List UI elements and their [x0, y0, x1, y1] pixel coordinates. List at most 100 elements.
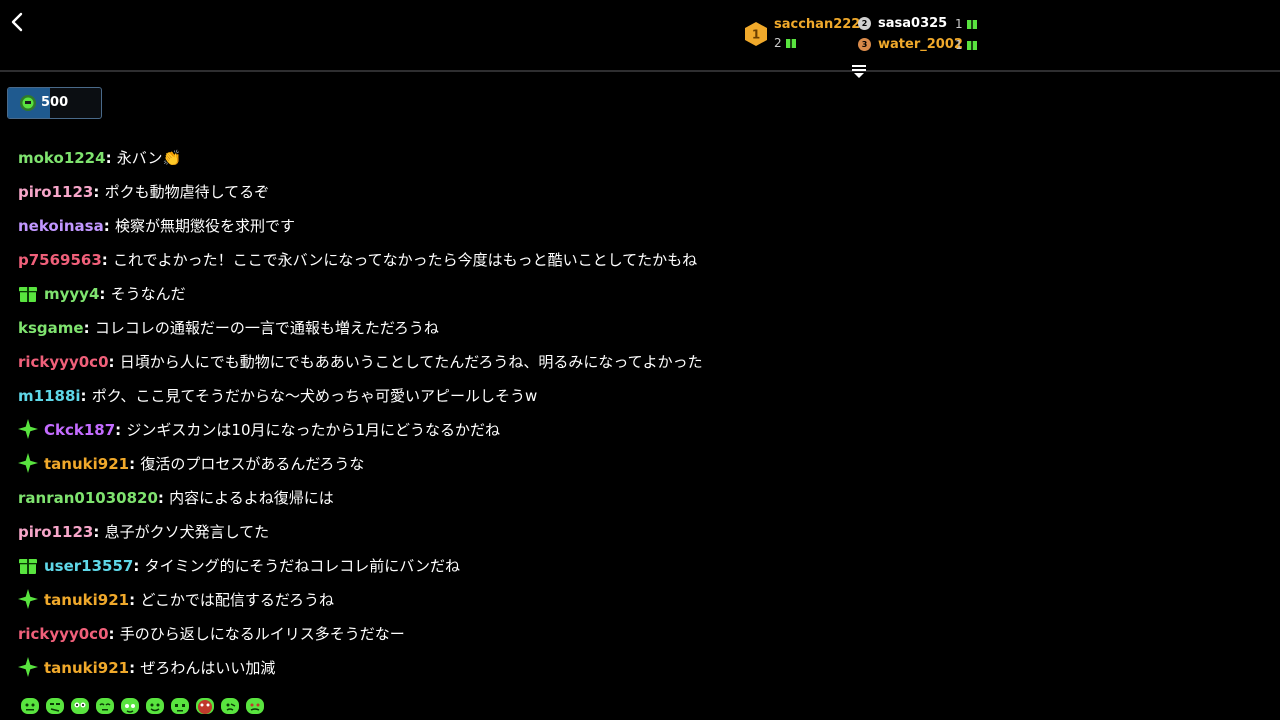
chat-message: piro1123: 息子がクソ犬発言してた: [18, 521, 269, 543]
chat-username[interactable]: tanuki921: [44, 591, 129, 609]
points-avatar-icon: [20, 95, 36, 111]
rank-2-medal-icon: 2: [858, 17, 871, 30]
chat-separator: :: [93, 183, 105, 201]
chat-text: タイミング的にそうだねコレコレ前にバンだね: [144, 557, 461, 575]
leaderboard-name-3[interactable]: water_2002: [878, 37, 963, 52]
emote-4-icon[interactable]: [95, 697, 115, 715]
chat-username[interactable]: tanuki921: [44, 659, 129, 677]
chat-message: ksgame: コレコレの通報だーの一言で通報も増えただろうね: [18, 317, 439, 339]
chat-text: そうなんだ: [110, 285, 186, 303]
chat-message: nekoinasa: 検察が無期懲役を求刑です: [18, 215, 295, 237]
chat-message: tanuki921: 復活のプロセスがあるんだろうな: [18, 453, 364, 475]
points-value: 500: [41, 95, 69, 110]
sparkle-badge-icon: [18, 589, 38, 609]
gift-badge-icon: [19, 287, 37, 302]
chat-username[interactable]: m1188i: [18, 387, 81, 405]
chat-message: piro1123: ポクも動物虐待してるぞ: [18, 181, 269, 203]
top-bar: 1 sacchan222 2 2 sasa0325 1 3 water_2002…: [0, 0, 1280, 70]
collapse-list-button[interactable]: [849, 62, 869, 80]
emote-6-icon[interactable]: [145, 697, 165, 715]
chat-username[interactable]: ksgame: [18, 319, 84, 337]
chat-separator: :: [99, 285, 111, 303]
chat-username[interactable]: moko1224: [18, 149, 106, 167]
chat-separator: :: [157, 489, 170, 507]
chat-text: これでよかった！ここで永バンになってなかったら今度はもっと酷いことしてたかもね: [113, 251, 698, 269]
collapse-list-icon: [852, 65, 866, 78]
leaderboard-count-1: 2: [774, 36, 796, 50]
chat-separator: :: [103, 217, 115, 235]
chat-text: コレコレの通報だーの一言で通報も増えただろうね: [94, 319, 439, 337]
chat-text: どこかでは配信するだろうね: [140, 591, 334, 609]
chat-text: 検察が無期懲役を求刑です: [114, 217, 295, 235]
chat-text: 内容によるよね復帰には: [169, 489, 334, 507]
emote-9-icon[interactable]: [220, 697, 240, 715]
chat-message: moko1224: 永バン👏: [18, 147, 181, 169]
leaderboard-name-1[interactable]: sacchan222: [774, 17, 860, 32]
emote-5-icon[interactable]: [120, 697, 140, 715]
chat-top-fade: [0, 110, 1280, 138]
emote-10-icon[interactable]: [245, 697, 265, 715]
chat-separator: :: [105, 149, 117, 167]
chat-message: tanuki921: どこかでは配信するだろうね: [18, 589, 334, 611]
chat-username[interactable]: user13557: [44, 557, 133, 575]
gift-icon: [785, 39, 796, 48]
emote-2-icon[interactable]: [45, 697, 65, 715]
rank-2-label: 2: [861, 19, 868, 28]
chat-separator: :: [129, 455, 141, 473]
chat-message: m1188i: ポク、ここ見てそうだからな〜犬めっちゃ可愛いアピールしそうw: [18, 385, 537, 407]
chat-separator: :: [108, 353, 120, 371]
gift-badge-icon: [19, 559, 37, 574]
chat-username[interactable]: piro1123: [18, 523, 93, 541]
leaderboard-count-3: 1: [955, 38, 977, 52]
sparkle-badge-icon: [18, 657, 38, 677]
chat-text: ポク、ここ見てそうだからな〜犬めっちゃ可愛いアピールしそうw: [91, 387, 538, 405]
chat-username[interactable]: nekoinasa: [18, 217, 104, 235]
chat-text: ポクも動物虐待してるぞ: [104, 183, 270, 201]
emote-3-icon[interactable]: [70, 697, 90, 715]
chat-message: rickyyy0c0: 日頃から人にでも動物にでもああいうことしてたんだろうね、…: [18, 351, 703, 373]
chat-separator: :: [80, 387, 92, 405]
chat-username[interactable]: p7569563: [18, 251, 102, 269]
chat-message: ranran01030820: 内容によるよね復帰には: [18, 487, 334, 509]
chat-username[interactable]: piro1123: [18, 183, 93, 201]
chat-separator: :: [101, 251, 114, 269]
emote-bar: [20, 697, 265, 717]
leaderboard-count-1-value: 2: [774, 36, 782, 50]
chat-username[interactable]: Ckck187: [44, 421, 115, 439]
chat-text: 永バン👏: [116, 149, 182, 167]
chat-text: 手のひら返しになるルイリス多そうだなー: [119, 625, 405, 643]
chat-message: myyy4: そうなんだ: [18, 283, 186, 305]
chat-username[interactable]: ranran01030820: [18, 489, 158, 507]
gift-leaderboard: 1 sacchan222 2 2 sasa0325 1 3 water_2002…: [740, 14, 990, 58]
rank-3-label: 3: [861, 40, 868, 49]
chat-username[interactable]: rickyyy0c0: [18, 625, 109, 643]
chat-message: p7569563: これでよかった！ここで永バンになってなかったら今度はもっと酷…: [18, 249, 697, 271]
chat-message: user13557: タイミング的にそうだねコレコレ前にバンだね: [18, 555, 460, 577]
chat-separator: :: [115, 421, 127, 439]
emote-7-icon[interactable]: [170, 697, 190, 715]
chat-separator: :: [83, 319, 95, 337]
gift-icon: [966, 41, 977, 50]
back-button[interactable]: [6, 10, 28, 34]
chat-separator: :: [133, 557, 145, 575]
emote-8-icon[interactable]: [195, 697, 215, 715]
leaderboard-count-3-value: 1: [955, 38, 963, 52]
chat-username[interactable]: rickyyy0c0: [18, 353, 109, 371]
chat-message: Ckck187: ジンギスカンは10月になったから1月にどうなるかだね: [18, 419, 500, 441]
chat-list: moko1224: 永バン👏 piro1123: ポクも動物虐待してるぞ nekoi…: [0, 110, 1280, 690]
chat-text: 息子がクソ犬発言してた: [104, 523, 270, 541]
chevron-left-icon: [11, 12, 23, 32]
rank-1-medal-icon: 1: [745, 22, 767, 46]
chat-separator: :: [93, 523, 105, 541]
chat-text: 日頃から人にでも動物にでもああいうことしてたんだろうね、明るみになってよかった: [119, 353, 703, 371]
chat-username[interactable]: myyy4: [44, 285, 99, 303]
leaderboard-name-2[interactable]: sasa0325: [878, 16, 947, 31]
sparkle-badge-icon: [18, 453, 38, 473]
emote-1-icon[interactable]: [20, 697, 40, 715]
chat-text: ジンギスカンは10月になったから1月にどうなるかだね: [126, 421, 501, 439]
rank-3-medal-icon: 3: [858, 38, 871, 51]
chat-username[interactable]: tanuki921: [44, 455, 129, 473]
leaderboard-count-2-value: 1: [955, 17, 963, 31]
points-indicator[interactable]: 500: [7, 87, 102, 119]
sparkle-badge-icon: [18, 419, 38, 439]
